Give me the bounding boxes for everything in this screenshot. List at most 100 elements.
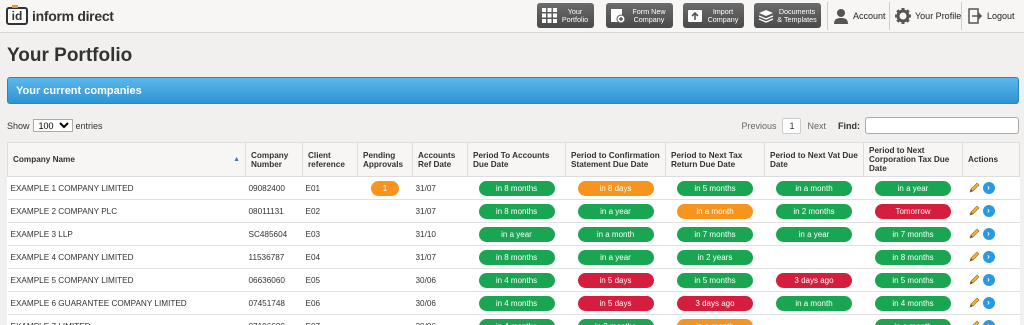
tax-return-due-badge: in 5 months <box>677 180 753 196</box>
table-row[interactable]: EXAMPLE 2 COMPANY PLC 08011131 E02 31/07 in … <box>7 199 1020 223</box>
pencil-icon[interactable] <box>968 320 980 325</box>
nav-your-portfolio-button[interactable]: Your Portfolio <box>537 3 594 28</box>
next-button[interactable]: Next <box>807 121 826 131</box>
tax-return-due-cell: in 5 months <box>665 176 765 200</box>
accounts-due-cell: in 4 months <box>467 268 566 292</box>
pending-approvals-badge[interactable]: 1 <box>371 180 399 196</box>
client-reference: E02 <box>302 199 358 223</box>
header-accounts-ref-date[interactable]: Accounts Ref Date <box>412 142 468 177</box>
go-arrow-icon[interactable]: › <box>982 320 995 325</box>
table-row[interactable]: EXAMPLE 1 COMPANY LIMITED 09082400 E01 1 31/… <box>7 176 1020 200</box>
tax-return-due-cell: in a month <box>665 314 765 325</box>
go-arrow-icon[interactable]: › <box>982 205 995 217</box>
tax-return-due-cell: in 5 months <box>665 268 765 292</box>
company-number: 11536787 <box>245 245 303 269</box>
pending-approvals-cell <box>357 268 413 292</box>
nav-import-company-button[interactable]: Import Company <box>683 3 744 28</box>
pencil-icon[interactable] <box>968 297 980 309</box>
company-name[interactable]: EXAMPLE 5 COMPANY LIMITED <box>7 268 246 292</box>
table-body: EXAMPLE 1 COMPANY LIMITED 09082400 E01 1 31/… <box>7 176 1020 325</box>
corporation-tax-due-cell: in a month <box>863 314 963 325</box>
pencil-icon[interactable] <box>968 205 980 217</box>
vat-due-cell <box>764 245 864 269</box>
confirmation-due-cell: in 5 days <box>565 268 666 292</box>
company-name[interactable]: EXAMPLE 7 LIMITED <box>7 314 246 325</box>
vat-due-cell <box>764 314 864 325</box>
nav-your-profile-link[interactable]: Your Profile <box>894 5 961 27</box>
corporation-tax-due-badge: in 7 months <box>875 226 951 242</box>
header-confirmation-due[interactable]: Period to Confirmation Statement Due Dat… <box>565 142 666 177</box>
pending-approvals-cell: 1 <box>357 176 413 200</box>
nav-form-new-company-button[interactable]: Form New Company <box>606 3 673 28</box>
pencil-icon[interactable] <box>968 182 980 194</box>
logo-text: inform direct <box>32 8 114 24</box>
confirmation-due-badge: in a month <box>577 226 654 242</box>
header-company-name[interactable]: Company Name ▲ <box>7 142 246 177</box>
stack-icon <box>758 8 774 24</box>
page-button[interactable]: 1 <box>782 117 802 134</box>
entries-select[interactable]: 100 <box>32 119 73 132</box>
corporation-tax-due-cell: in 7 months <box>863 222 963 246</box>
go-arrow-icon[interactable]: › <box>982 182 995 194</box>
header-company-number[interactable]: Company Number <box>245 142 303 177</box>
pencil-icon[interactable] <box>968 251 980 263</box>
previous-button[interactable]: Previous <box>741 121 776 131</box>
accounts-ref-date: 30/06 <box>412 268 468 292</box>
vat-due-cell: in 2 months <box>764 199 864 223</box>
tax-return-due-cell: 3 days ago <box>665 291 765 315</box>
table-row[interactable]: EXAMPLE 5 COMPANY LIMITED 06636060 E05 30/0… <box>7 268 1020 292</box>
find-input[interactable] <box>865 117 1019 134</box>
vat-due-cell: in a month <box>764 291 864 315</box>
logo[interactable]: id inform direct <box>6 5 114 25</box>
go-arrow-icon[interactable]: › <box>982 297 995 309</box>
upload-icon <box>687 8 703 24</box>
go-arrow-icon[interactable]: › <box>982 251 995 263</box>
accounts-due-badge: in 4 months <box>478 272 555 288</box>
pending-approvals-cell <box>357 291 413 315</box>
company-name[interactable]: EXAMPLE 2 COMPANY PLC <box>7 199 246 223</box>
corporation-tax-due-cell: in 5 months <box>863 268 963 292</box>
vat-due-badge: in 2 months <box>776 203 852 219</box>
new-document-icon <box>610 8 626 24</box>
header-accounts-due[interactable]: Period To Accounts Due Date <box>467 142 566 177</box>
divider <box>961 2 962 30</box>
client-reference: E03 <box>302 222 358 246</box>
company-name[interactable]: EXAMPLE 6 GUARANTEE COMPANY LIMITED <box>7 291 246 315</box>
nav-account-link[interactable]: Account <box>832 5 886 27</box>
table-row[interactable]: EXAMPLE 6 GUARANTEE COMPANY LIMITED 07451… <box>7 291 1020 315</box>
header-client-reference[interactable]: Client reference <box>302 142 358 177</box>
pencil-icon[interactable] <box>968 228 980 240</box>
accounts-ref-date: 31/07 <box>412 176 468 200</box>
company-name[interactable]: EXAMPLE 3 LLP <box>7 222 246 246</box>
company-name[interactable]: EXAMPLE 1 COMPANY LIMITED <box>7 176 246 200</box>
confirmation-due-cell: in 8 days <box>565 176 666 200</box>
nav-documents-templates-button[interactable]: Documents & Templates <box>754 3 821 28</box>
go-arrow-icon[interactable]: › <box>982 274 995 286</box>
header-tax-return-due[interactable]: Period to Next Tax Return Due Date <box>665 142 765 177</box>
vat-due-badge: in a month <box>776 180 852 196</box>
tax-return-due-cell: in 7 months <box>665 222 765 246</box>
header-corporation-tax-due[interactable]: Period to Next Corporation Tax Due Date <box>863 142 963 177</box>
accounts-due-badge: in a year <box>478 226 555 242</box>
accounts-due-badge: in 4 months <box>478 295 555 311</box>
company-number: 06636060 <box>245 268 303 292</box>
header-vat-due[interactable]: Period to Next Vat Due Date <box>764 142 864 177</box>
vat-due-cell: in a month <box>764 176 864 200</box>
confirmation-due-badge: in a year <box>577 203 654 219</box>
table-row[interactable]: EXAMPLE 4 COMPANY LIMITED 11536787 E04 31/0… <box>7 245 1020 269</box>
header-pending-approvals[interactable]: Pending Approvals <box>357 142 413 177</box>
confirmation-due-badge: in 5 days <box>577 272 654 288</box>
section-banner: Your current companies <box>7 77 1019 104</box>
corporation-tax-due-cell: in 4 months <box>863 291 963 315</box>
accounts-due-badge: in 8 months <box>478 203 555 219</box>
nav-logout-link[interactable]: Logout <box>966 5 1015 27</box>
table-row[interactable]: EXAMPLE 3 LLP SC485604 E03 31/10 in a year in… <box>7 222 1020 246</box>
tax-return-due-badge: 3 days ago <box>677 295 753 311</box>
company-name[interactable]: EXAMPLE 4 COMPANY LIMITED <box>7 245 246 269</box>
tax-return-due-badge: in a month <box>677 318 753 325</box>
go-arrow-icon[interactable]: › <box>982 228 995 240</box>
nav-documents-templates-label: Documents & Templates <box>777 7 817 24</box>
accounts-ref-date: 31/07 <box>412 199 468 223</box>
table-row[interactable]: EXAMPLE 7 LIMITED07106690E07 30/06 in 4 mo… <box>7 314 1020 325</box>
pencil-icon[interactable] <box>968 274 980 286</box>
